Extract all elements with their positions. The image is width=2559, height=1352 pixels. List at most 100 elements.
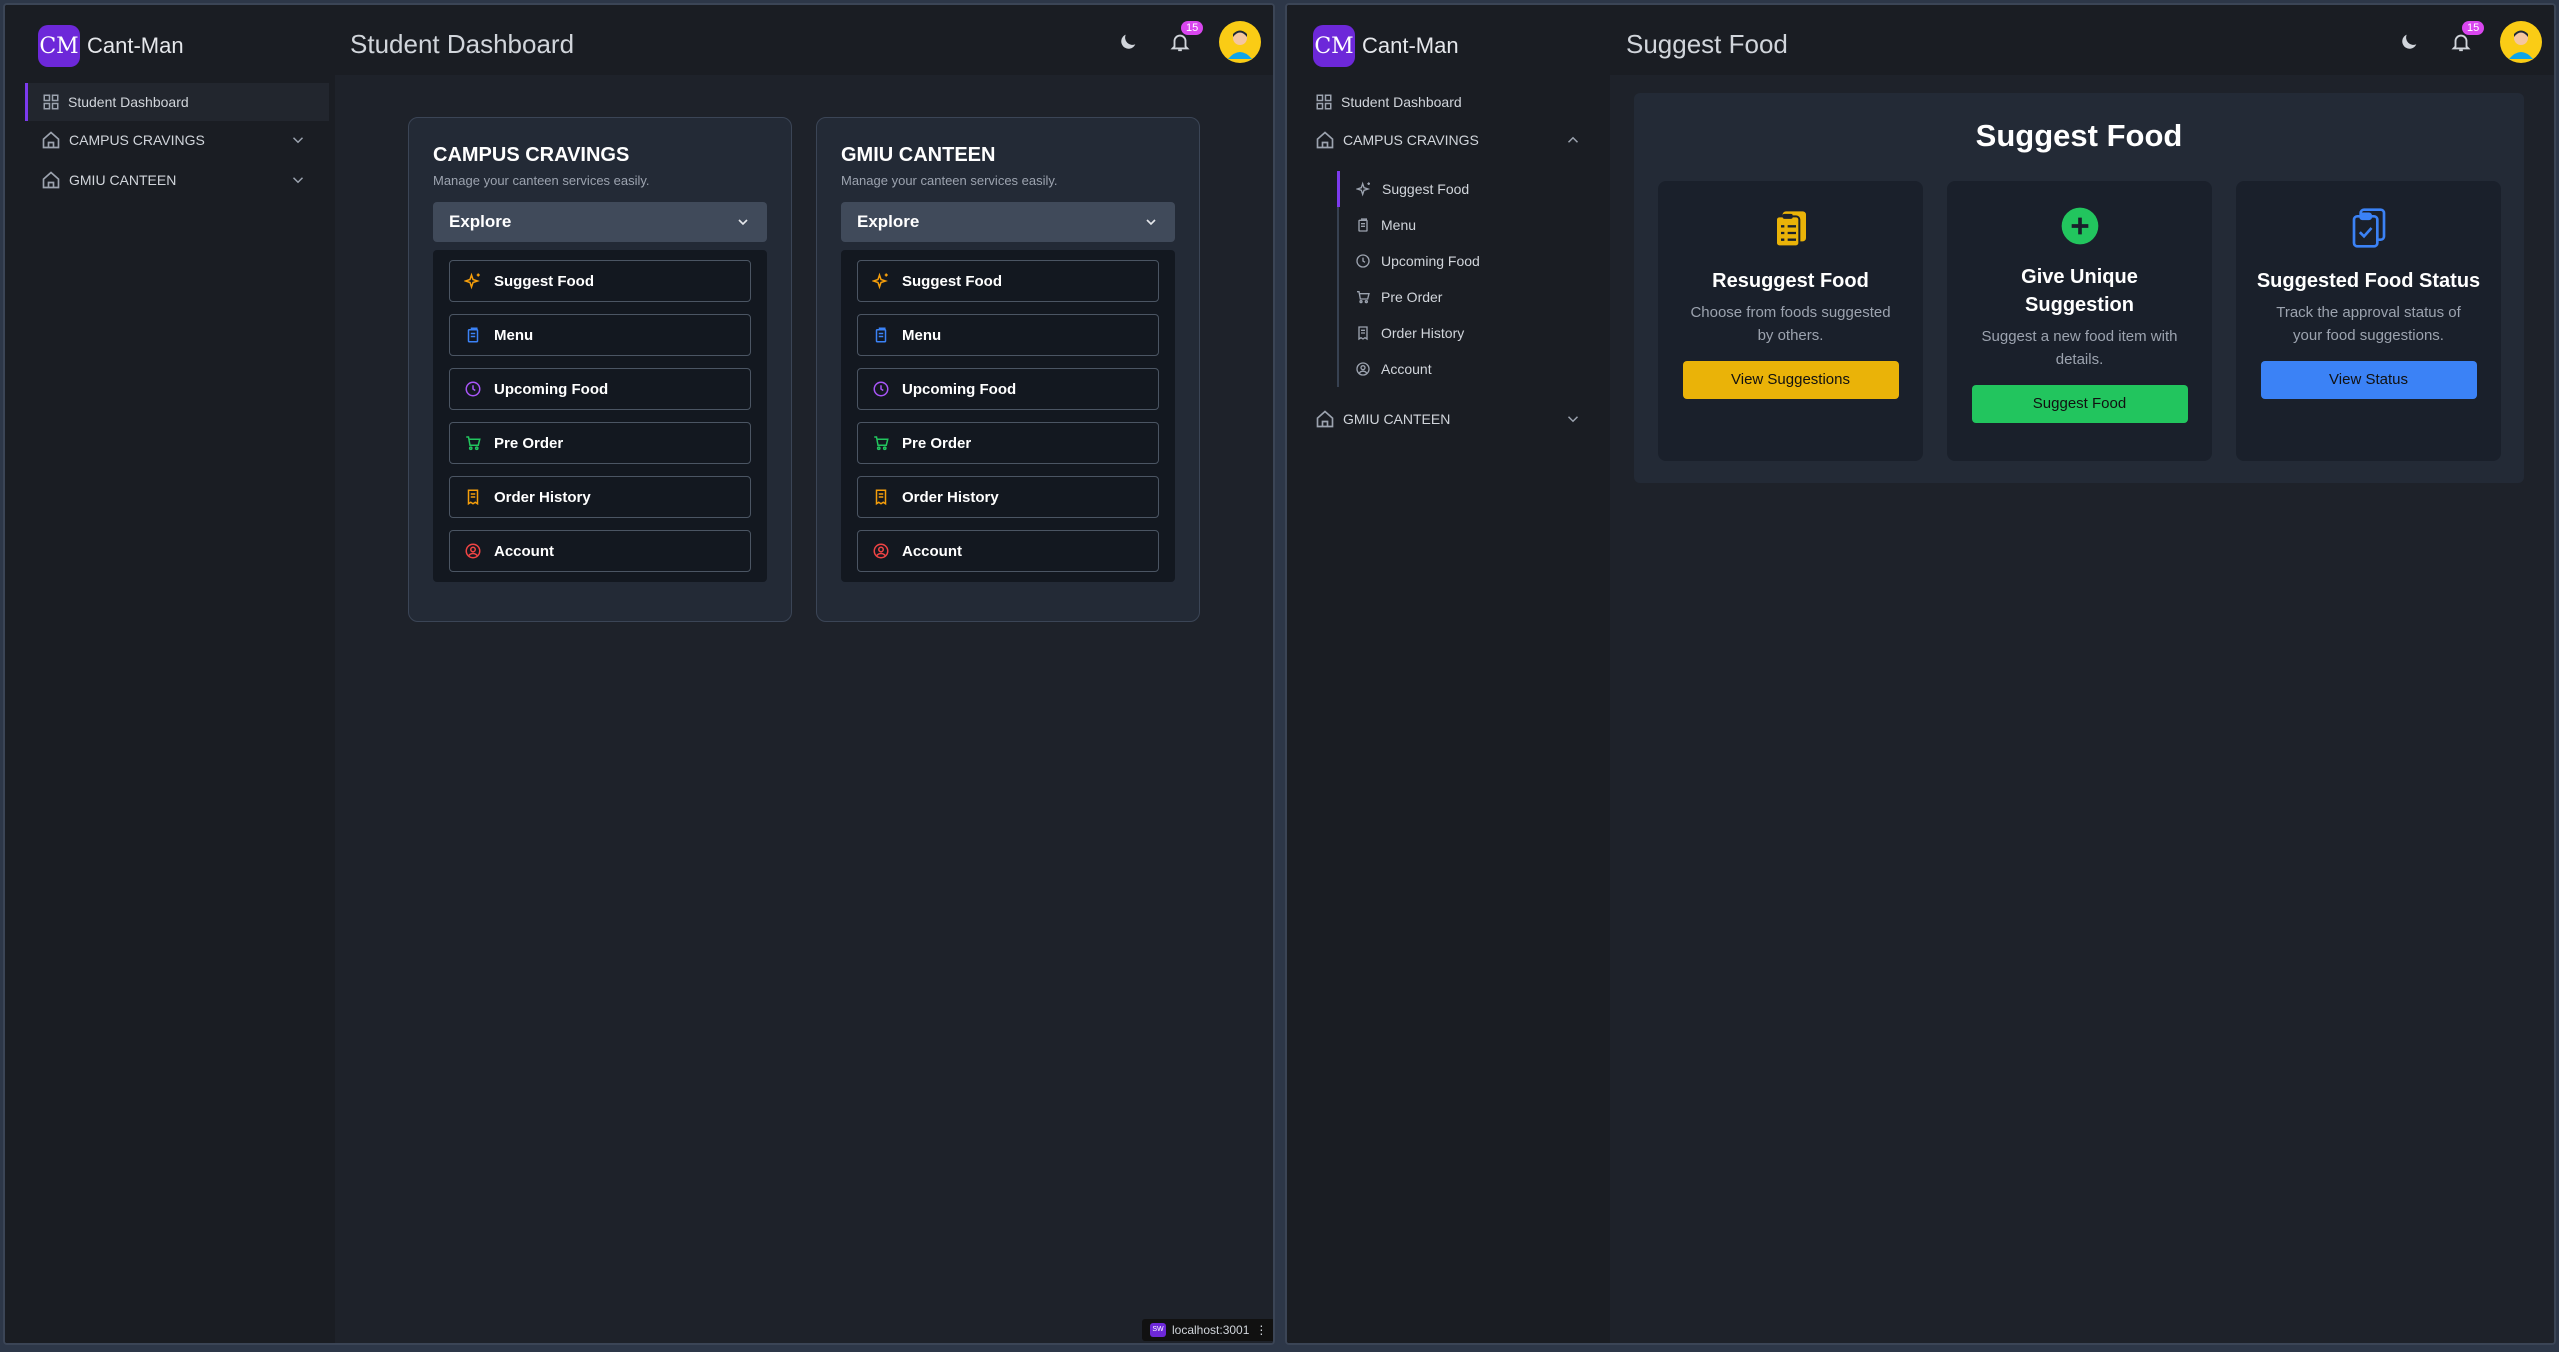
clock-icon xyxy=(1356,254,1370,268)
avatar[interactable] xyxy=(1219,21,1261,63)
app-name: Cant-Man xyxy=(1362,33,1459,58)
option-card-unique: Give Unique Suggestion Suggest a new foo… xyxy=(1947,181,2212,461)
sidebar-item-label: Student Dashboard xyxy=(68,94,189,110)
option-title: Suggested Food Status xyxy=(2256,270,2481,292)
clock-icon xyxy=(873,381,889,397)
sidebar-subitem-label: Pre Order xyxy=(1381,289,1443,305)
sidebar-subitem-account[interactable]: Account xyxy=(1339,351,1597,387)
option-card-resuggest: Resuggest Food Choose from foods suggest… xyxy=(1658,181,1923,461)
sidebar: Student Dashboard CAMPUS CRAVINGS GMIU C… xyxy=(5,75,335,1343)
right-window: CM Cant-Man Suggest Food 15 Student Dash… xyxy=(1285,3,2556,1345)
menu-item-upcoming-food[interactable]: Upcoming Food xyxy=(449,368,751,410)
menu-item-order-history[interactable]: Order History xyxy=(857,476,1159,518)
menu-item-upcoming-food[interactable]: Upcoming Food xyxy=(857,368,1159,410)
explore-dropdown[interactable]: Explore xyxy=(433,202,767,242)
option-desc: Choose from foods suggested by others. xyxy=(1690,304,1891,344)
bell-icon[interactable]: 15 xyxy=(1167,21,1204,55)
option-card-status: Suggested Food Status Track the approval… xyxy=(2236,181,2501,461)
receipt-icon xyxy=(1358,326,1368,341)
menu-item-label: Menu xyxy=(902,326,942,344)
menu-item-label: Upcoming Food xyxy=(902,380,1017,398)
sidebar-subitem-order-history[interactable]: Order History xyxy=(1339,315,1597,351)
app-logo[interactable]: CM xyxy=(1313,25,1355,67)
view-suggestions-button[interactable]: View Suggestions xyxy=(1682,361,1899,399)
notification-badge: 15 xyxy=(2462,21,2485,35)
option-desc: Track the approval status of your food s… xyxy=(2276,304,2461,344)
kebab-icon[interactable]: ⋮ xyxy=(1255,1323,1267,1337)
card-title: GMIU CANTEEN xyxy=(841,144,996,166)
sidebar-subitem-pre-order[interactable]: Pre Order xyxy=(1339,279,1597,315)
plus-circle-icon xyxy=(2061,207,2098,245)
sidebar-subitem-label: Menu xyxy=(1381,217,1417,233)
menu-item-account[interactable]: Account xyxy=(857,530,1159,572)
sidebar-item-student-dashboard[interactable]: Student Dashboard xyxy=(1307,83,1604,121)
sidebar-item-label: GMIU CANTEEN xyxy=(1343,411,1451,427)
sidebar-item-gmiu-canteen[interactable]: GMIU CANTEEN xyxy=(1307,400,1604,438)
menu-item-label: Suggest Food xyxy=(902,272,1002,290)
option-desc: Suggest a new food item with details. xyxy=(1981,328,2178,368)
card-title: CAMPUS CRAVINGS xyxy=(433,144,630,166)
suggest-food-button[interactable]: Suggest Food xyxy=(1971,385,2188,423)
page-title: Suggest Food xyxy=(1626,29,1788,59)
book-icon xyxy=(467,327,479,343)
moon-icon[interactable] xyxy=(2396,29,2422,55)
view-status-button[interactable]: View Status xyxy=(2260,361,2477,399)
avatar[interactable] xyxy=(2500,21,2542,63)
chevron-down-icon[interactable] xyxy=(289,131,307,149)
sidebar-item-student-dashboard[interactable]: Student Dashboard xyxy=(25,83,329,121)
cart-icon xyxy=(874,436,889,451)
menu-item-label: Pre Order xyxy=(494,434,564,452)
menu-item-label: Account xyxy=(902,542,962,560)
sidebar-subitem-upcoming-food[interactable]: Upcoming Food xyxy=(1339,243,1597,279)
sidebar-subitem-suggest-food[interactable]: Suggest Food xyxy=(1337,171,1597,207)
chevron-down-icon[interactable] xyxy=(289,171,307,189)
menu-item-label: Pre Order xyxy=(902,434,972,452)
menu-item-menu[interactable]: Menu xyxy=(857,314,1159,356)
dev-status-pill[interactable]: SW localhost:3001 ⋮ xyxy=(1142,1319,1273,1341)
menu-item-label: Suggest Food xyxy=(494,272,594,290)
header-actions: 15 xyxy=(2396,21,2542,63)
panel-heading: Suggest Food xyxy=(1975,118,2183,153)
grid-icon xyxy=(43,94,59,110)
sidebar-subitem-label: Suggest Food xyxy=(1382,181,1470,197)
sidebar-item-label: CAMPUS CRAVINGS xyxy=(1343,132,1479,148)
menu-item-pre-order[interactable]: Pre Order xyxy=(857,422,1159,464)
sidebar-item-label: CAMPUS CRAVINGS xyxy=(69,132,205,148)
menu-item-order-history[interactable]: Order History xyxy=(449,476,751,518)
menu-item-label: Upcoming Food xyxy=(494,380,609,398)
menu-item-label: Account xyxy=(494,542,554,560)
app-name: Cant-Man xyxy=(87,33,184,58)
home-icon xyxy=(42,131,60,149)
menu-item-label: Order History xyxy=(494,488,591,506)
menu-item-suggest-food[interactable]: Suggest Food xyxy=(857,260,1159,302)
status-url: localhost:3001 xyxy=(1172,1323,1250,1337)
clipboard-check-icon xyxy=(2352,208,2385,248)
menu-item-suggest-food[interactable]: Suggest Food xyxy=(449,260,751,302)
sidebar-item-gmiu-canteen[interactable]: GMIU CANTEEN xyxy=(21,161,329,199)
user-circle-icon xyxy=(873,543,889,559)
canteen-card-gmiu-canteen: GMIU CANTEEN Manage your canteen service… xyxy=(816,117,1200,622)
menu-item-pre-order[interactable]: Pre Order xyxy=(449,422,751,464)
receipt-icon xyxy=(875,489,887,506)
sidebar-subitem-menu[interactable]: Menu xyxy=(1339,207,1597,243)
chevron-up-icon[interactable] xyxy=(1564,131,1582,149)
sw-badge: SW xyxy=(1150,1323,1166,1337)
clipboard-list-icon xyxy=(1774,211,1806,248)
sidebar-item-campus-cravings[interactable]: CAMPUS CRAVINGS xyxy=(1307,121,1604,159)
app-logo[interactable]: CM xyxy=(38,25,80,67)
chevron-down-icon[interactable] xyxy=(1564,410,1582,428)
bell-icon[interactable]: 15 xyxy=(2448,21,2485,55)
canteen-card-campus-cravings: CAMPUS CRAVINGS Manage your canteen serv… xyxy=(408,117,792,622)
sidebar-item-label: Student Dashboard xyxy=(1341,94,1462,110)
sidebar-item-campus-cravings[interactable]: CAMPUS CRAVINGS xyxy=(21,121,329,159)
header: CM Cant-Man Suggest Food 15 xyxy=(1287,5,2554,75)
left-window: CM Cant-Man Student Dashboard 15 Student… xyxy=(3,3,1275,1345)
explore-dropdown[interactable]: Explore xyxy=(841,202,1175,242)
home-icon xyxy=(1316,131,1334,149)
sparkles-icon xyxy=(1356,181,1371,197)
menu-item-account[interactable]: Account xyxy=(449,530,751,572)
menu-item-label: Order History xyxy=(902,488,999,506)
moon-icon[interactable] xyxy=(1115,29,1141,55)
chevron-down-icon xyxy=(738,219,748,226)
menu-item-menu[interactable]: Menu xyxy=(449,314,751,356)
